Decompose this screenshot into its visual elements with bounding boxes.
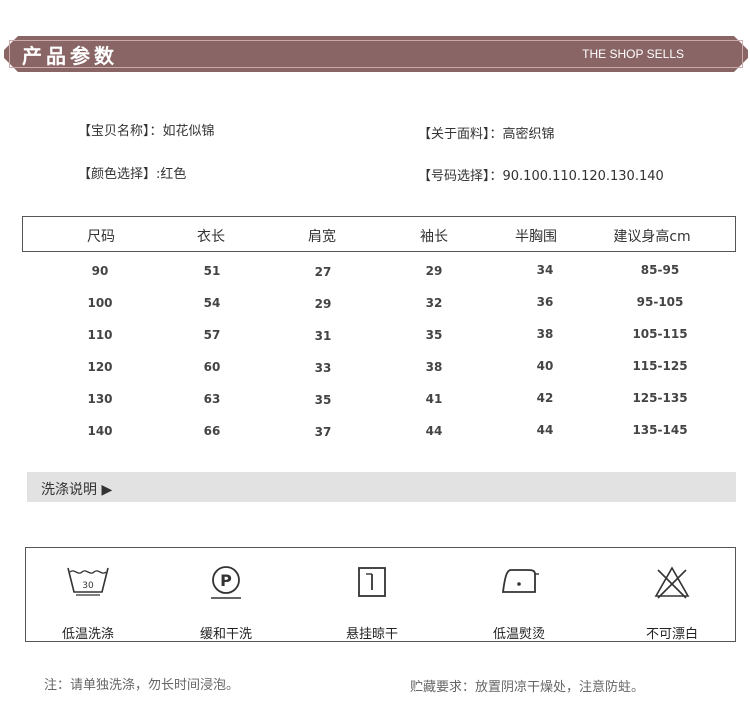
cell-shoulder: 37 bbox=[314, 425, 332, 439]
care-item-no-bleach: 不可漂白 bbox=[612, 548, 732, 643]
cell-length: 57 bbox=[203, 328, 221, 342]
cell-chest: 36 bbox=[536, 295, 554, 309]
cell-chest: 34 bbox=[536, 263, 554, 277]
cell-shoulder: 31 bbox=[314, 329, 332, 343]
cell-sleeve: 44 bbox=[425, 424, 443, 438]
no-bleach-icon bbox=[654, 566, 690, 599]
hang-dry-icon bbox=[358, 567, 386, 597]
product-name-info: 【宝贝名称】：如花似锦 bbox=[78, 124, 215, 139]
care-label: 悬挂晾干 bbox=[345, 627, 398, 642]
cell-shoulder: 29 bbox=[314, 297, 332, 311]
cell-height: 125-135 bbox=[632, 391, 688, 405]
cell-height: 105-115 bbox=[632, 327, 688, 341]
care-item-gentle-dry-clean: P 缓和干洗 bbox=[166, 548, 286, 643]
cell-size: 110 bbox=[87, 328, 113, 342]
svg-text:30: 30 bbox=[82, 581, 94, 591]
care-label: 低温熨烫 bbox=[492, 627, 545, 642]
svg-text:P: P bbox=[220, 571, 232, 590]
header-sleeve: 袖长 bbox=[420, 229, 448, 245]
wash-note: 注：请单独洗涤，勿长时间浸泡。 bbox=[44, 678, 240, 693]
banner-title: 产品参数 bbox=[22, 44, 118, 68]
cell-size: 100 bbox=[87, 296, 113, 310]
care-symbols-box: 30 低温洗涤 P 缓和干洗 悬挂晾干 低温熨烫 不可漂白 bbox=[25, 547, 736, 642]
care-item-hang-dry: 悬挂晾干 bbox=[312, 548, 432, 643]
cell-size: 120 bbox=[87, 360, 113, 374]
cell-shoulder: 27 bbox=[314, 265, 332, 279]
care-item-low-temp-wash: 30 低温洗涤 bbox=[28, 548, 148, 643]
cell-chest: 38 bbox=[536, 327, 554, 341]
cell-size: 130 bbox=[87, 392, 113, 406]
header-chest: 半胸围 bbox=[515, 229, 557, 245]
wash-instructions-bar: 洗涤说明 ▶ bbox=[27, 472, 736, 502]
care-label: 缓和干洗 bbox=[199, 627, 252, 642]
header-length: 衣长 bbox=[197, 229, 225, 245]
cell-shoulder: 33 bbox=[314, 361, 332, 375]
cell-length: 54 bbox=[203, 296, 221, 310]
cell-length: 60 bbox=[203, 360, 221, 374]
cell-length: 63 bbox=[203, 392, 221, 406]
cell-height: 115-125 bbox=[632, 359, 688, 373]
cell-chest: 42 bbox=[536, 391, 554, 405]
cell-sleeve: 38 bbox=[425, 360, 443, 374]
section-banner: 产品参数 THE SHOP SELLS bbox=[4, 36, 748, 72]
cell-sleeve: 29 bbox=[425, 264, 443, 278]
size-options-info: 【号码选择】：90.100.110.120.130.140 bbox=[418, 169, 664, 184]
cell-size: 140 bbox=[87, 424, 113, 438]
cell-sleeve: 35 bbox=[425, 328, 443, 342]
cell-shoulder: 35 bbox=[314, 393, 332, 407]
care-label: 不可漂白 bbox=[645, 627, 698, 642]
cell-size: 90 bbox=[91, 264, 109, 278]
cell-height: 85-95 bbox=[640, 263, 680, 277]
size-table-header: 尺码 衣长 肩宽 袖长 半胸围 建议身高cm bbox=[22, 216, 736, 252]
care-label: 低温洗涤 bbox=[61, 627, 114, 642]
cell-length: 66 bbox=[203, 424, 221, 438]
wash-30-icon: 30 bbox=[67, 567, 109, 596]
header-height: 建议身高cm bbox=[613, 229, 691, 245]
storage-note: 贮藏要求：放置阴凉干燥处，注意防蛀。 bbox=[410, 680, 645, 695]
cell-sleeve: 32 bbox=[425, 296, 443, 310]
dry-clean-p-icon: P bbox=[211, 566, 241, 599]
cell-length: 51 bbox=[203, 264, 221, 278]
wash-instructions-title: 洗涤说明 ▶ bbox=[41, 482, 113, 498]
cell-height: 135-145 bbox=[632, 423, 688, 437]
cell-chest: 40 bbox=[536, 359, 554, 373]
fabric-info: 【关于面料】：高密织锦 bbox=[418, 127, 555, 142]
header-size: 尺码 bbox=[87, 229, 115, 245]
care-item-low-iron: 低温熨烫 bbox=[459, 548, 579, 643]
color-info: 【颜色选择】:红色 bbox=[78, 167, 187, 182]
cell-chest: 44 bbox=[536, 423, 554, 437]
header-shoulder: 肩宽 bbox=[308, 229, 336, 245]
cell-sleeve: 41 bbox=[425, 392, 443, 406]
banner-subtitle: THE SHOP SELLS bbox=[582, 47, 684, 61]
low-iron-icon bbox=[501, 569, 539, 593]
cell-height: 95-105 bbox=[636, 295, 684, 309]
